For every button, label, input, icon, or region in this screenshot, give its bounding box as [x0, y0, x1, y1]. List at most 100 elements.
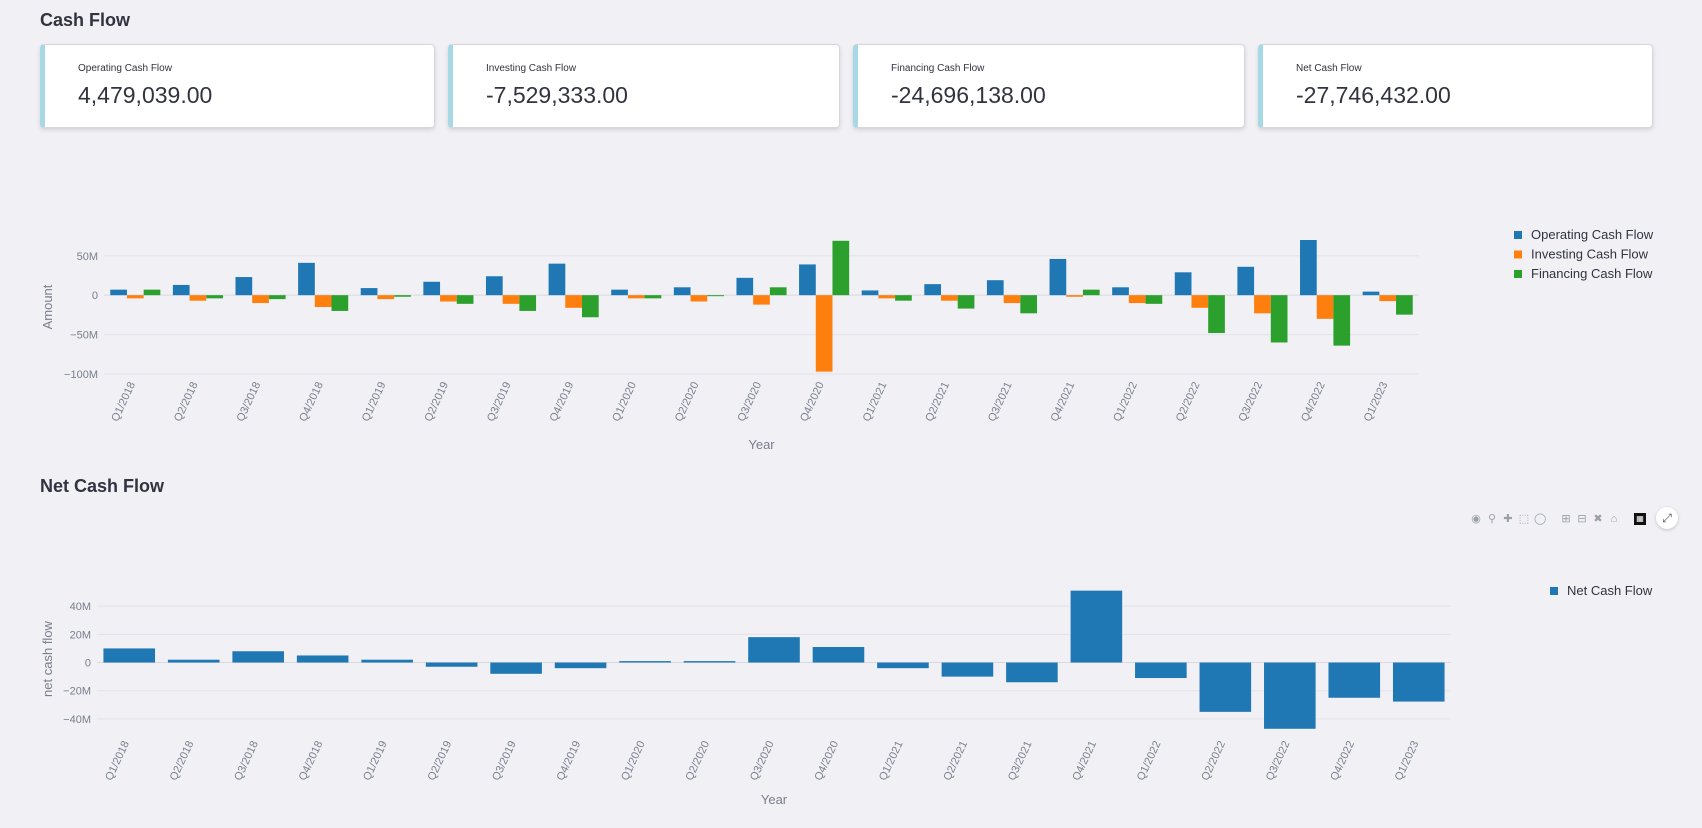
bar-financing-cash-flow — [1396, 295, 1413, 315]
metric-card-investing: Investing Cash Flow -7,529,333.00 — [448, 44, 840, 128]
bar-investing-cash-flow — [565, 295, 582, 308]
bar-net-cash-flow — [490, 662, 542, 674]
x-tick-label: Q2/2019 — [422, 380, 451, 423]
x-tick-label: Q2/2018 — [172, 380, 201, 423]
x-tick-label: Q1/2021 — [861, 380, 890, 423]
y-tick-label: 20M — [70, 629, 91, 641]
bar-investing-cash-flow — [1379, 295, 1397, 302]
bar-investing-cash-flow — [252, 295, 269, 304]
bar-financing-cash-flow — [394, 295, 411, 297]
bar-investing-cash-flow — [314, 295, 332, 307]
y-tick-label: 0 — [85, 658, 91, 670]
x-tick-label: Q3/2020 — [748, 739, 777, 782]
x-tick-label: Q1/2023 — [1393, 739, 1422, 782]
bar-financing-cash-flow — [519, 295, 537, 311]
x-tick-label: Q3/2019 — [485, 380, 514, 423]
bar-net-cash-flow — [1328, 662, 1381, 698]
x-tick-label: Q4/2019 — [548, 380, 577, 423]
bar-financing-cash-flow — [957, 295, 975, 309]
bar-net-cash-flow — [425, 662, 478, 667]
bar-net-cash-flow — [941, 662, 994, 677]
bar-investing-cash-flow — [627, 295, 645, 299]
bar-investing-cash-flow — [815, 295, 833, 372]
bar-net-cash-flow — [619, 661, 671, 663]
bar-net-cash-flow — [232, 651, 284, 663]
x-tick-label: Q1/2020 — [610, 380, 639, 423]
bar-operating-cash-flow — [1174, 272, 1192, 296]
x-tick-label: Q2/2019 — [426, 739, 455, 782]
bar-investing-cash-flow — [941, 295, 958, 301]
x-tick-label: Q2/2020 — [684, 739, 713, 782]
bar-net-cash-flow — [812, 647, 865, 663]
bar-financing-cash-flow — [456, 295, 474, 304]
y-tick-label: −40M — [63, 714, 91, 726]
x-tick-label: Q2/2020 — [673, 380, 702, 423]
bar-operating-cash-flow — [799, 264, 816, 296]
x-tick-label: Q4/2021 — [1049, 380, 1078, 423]
bar-financing-cash-flow — [644, 295, 662, 299]
x-tick-label: Q1/2023 — [1362, 380, 1391, 423]
bar-financing-cash-flow — [331, 295, 349, 311]
bar-operating-cash-flow — [1362, 291, 1380, 296]
x-tick-label: Q3/2018 — [232, 739, 261, 782]
bar-investing-cash-flow — [690, 295, 708, 302]
bar-operating-cash-flow — [485, 276, 503, 296]
bar-net-cash-flow — [1006, 662, 1058, 683]
y-tick-label: 50M — [77, 251, 98, 263]
x-axis-title: Year — [761, 792, 788, 807]
bar-net-cash-flow — [361, 659, 413, 663]
legend-swatch — [1514, 250, 1522, 259]
x-tick-label: Q4/2020 — [812, 739, 841, 782]
x-tick-label: Q4/2020 — [798, 380, 827, 423]
net-cash-flow-title: Net Cash Flow — [40, 476, 165, 496]
metric-card-financing: Financing Cash Flow -24,696,138.00 — [853, 44, 1245, 128]
bar-operating-cash-flow — [736, 277, 754, 296]
x-tick-label: Q4/2018 — [297, 380, 326, 423]
bar-investing-cash-flow — [126, 295, 144, 299]
bar-investing-cash-flow — [1254, 295, 1271, 314]
x-tick-label: Q4/2022 — [1299, 380, 1328, 423]
metric-card-net: Net Cash Flow -27,746,432.00 — [1258, 44, 1653, 128]
cash-flow-title: Cash Flow — [40, 10, 131, 30]
x-tick-label: Q4/2021 — [1070, 739, 1099, 782]
metric-value: -27,746,432.00 — [1296, 82, 1451, 108]
bar-operating-cash-flow — [110, 289, 127, 296]
x-tick-label: Q3/2021 — [986, 380, 1015, 423]
bar-investing-cash-flow — [1316, 295, 1334, 319]
bar-net-cash-flow — [1135, 662, 1187, 679]
bar-operating-cash-flow — [1112, 287, 1129, 296]
x-tick-label: Q1/2020 — [619, 739, 648, 782]
x-axis-title: Year — [748, 437, 775, 452]
x-tick-label: Q1/2022 — [1111, 380, 1140, 423]
x-tick-label: Q1/2018 — [109, 380, 138, 423]
bar-financing-cash-flow — [1270, 295, 1288, 343]
bar-financing-cash-flow — [581, 295, 599, 318]
x-tick-label: Q1/2021 — [877, 739, 906, 782]
bar-financing-cash-flow — [895, 295, 912, 301]
y-tick-label: 0 — [92, 290, 98, 302]
cash-flow-chart[interactable]: 50M 0 −50M −100M Q1/2018 Q2/2018 Q3/2018 Q4/201… — [0, 140, 1702, 460]
x-tick-label: Q4/2019 — [555, 739, 584, 782]
legend-swatch — [1550, 587, 1558, 595]
metric-label: Investing Cash Flow — [486, 63, 577, 74]
bar-net-cash-flow — [296, 655, 349, 663]
bar-net-cash-flow — [1070, 590, 1123, 663]
bar-financing-cash-flow — [1333, 295, 1351, 346]
bar-operating-cash-flow — [548, 263, 566, 296]
metrics-row: Operating Cash Flow 4,479,039.00 Investi… — [40, 44, 1653, 128]
x-tick-label: Q3/2018 — [235, 380, 264, 423]
bar-investing-cash-flow — [502, 295, 520, 304]
x-tick-label: Q2/2022 — [1174, 380, 1203, 423]
bar-net-cash-flow — [877, 662, 929, 669]
x-tick-label: Q3/2019 — [490, 739, 519, 782]
bar-financing-cash-flow — [707, 295, 724, 297]
bar-operating-cash-flow — [924, 284, 942, 296]
y-tick-label: −100M — [64, 369, 98, 381]
bar-net-cash-flow — [103, 648, 156, 663]
x-tick-label: Q3/2022 — [1236, 380, 1265, 423]
metric-card-operating: Operating Cash Flow 4,479,039.00 — [40, 44, 435, 128]
net-cash-flow-chart[interactable]: 40M 20M 0 −20M −40M Q1/2018 Q2/2018 Q3/2018 Q4/2… — [0, 500, 1702, 820]
metric-label: Financing Cash Flow — [891, 63, 985, 74]
bar-net-cash-flow — [1199, 662, 1252, 712]
metric-value: -7,529,333.00 — [486, 82, 628, 108]
